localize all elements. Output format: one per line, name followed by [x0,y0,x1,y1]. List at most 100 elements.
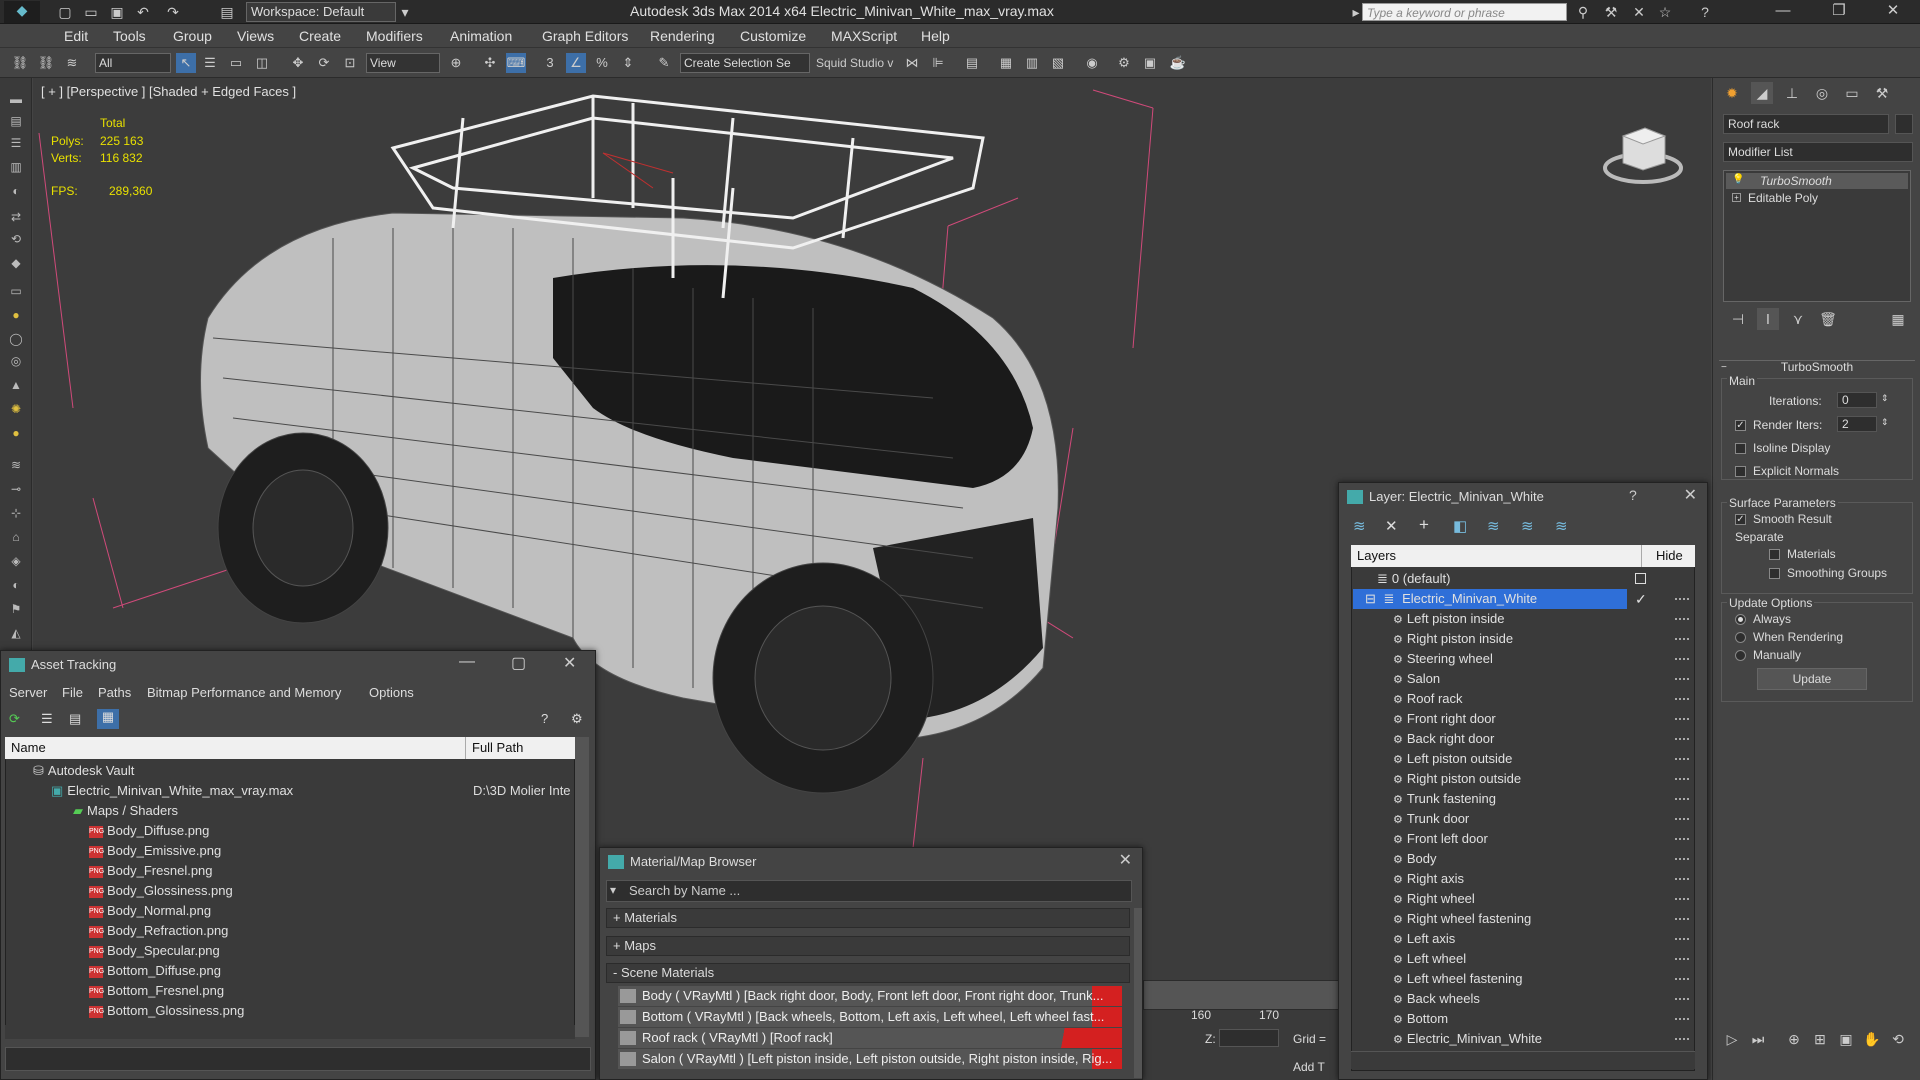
tool-icon-21[interactable]: ◐ [7,576,25,594]
zoom-icon[interactable]: ⊕ [1783,1028,1805,1050]
render-production-icon[interactable]: ☕ [1168,53,1188,73]
mirror-icon[interactable]: ⋈ [902,53,922,73]
redo-icon[interactable]: ↷ [164,3,182,21]
layer-object-row[interactable]: ⚙ Right axis [1353,869,1693,889]
save-file-icon[interactable]: ▣ [108,3,126,21]
modify-tab-icon[interactable]: ◢ [1751,82,1773,104]
zoom-extents-icon[interactable]: ▣ [1835,1028,1857,1050]
menu-modifiers[interactable]: Modifiers [366,28,423,44]
menu-help[interactable]: Help [921,28,950,44]
menu-customize[interactable]: Customize [740,28,806,44]
tool-icon-20[interactable]: ◈ [7,552,25,570]
search-dropdown-icon[interactable]: ▾ [610,883,616,897]
list-view-icon[interactable]: ☰ [41,711,53,727]
modifier-stack[interactable]: TurboSmooth 💡 Editable Poly + [1723,170,1911,302]
update-button[interactable]: Update [1757,668,1867,690]
turbosmooth-rollout-title[interactable]: TurboSmooth [1713,360,1920,374]
stack-item-turbosmooth[interactable]: TurboSmooth [1726,173,1908,189]
hide-toggle-icon[interactable] [1675,878,1689,880]
add-to-layer-icon[interactable]: + [1419,515,1429,535]
render-setup-icon[interactable]: ⚙ [1114,53,1134,73]
tool-icon-2[interactable]: ▤ [7,112,25,130]
hide-toggle-icon[interactable] [1675,798,1689,800]
undo-icon[interactable]: ↶ [134,3,152,21]
hide-toggle-icon[interactable] [1675,938,1689,940]
rotate-icon[interactable]: ⟳ [314,53,334,73]
settings-icon[interactable]: ⚙ [571,711,583,727]
z-coordinate-field[interactable] [1219,1029,1279,1047]
menu-edit[interactable]: Edit [64,28,88,44]
help-question-icon[interactable]: ? [541,711,548,726]
hide-toggle-icon[interactable] [1675,718,1689,720]
layer-object-row[interactable]: ⚙ Back wheels [1353,989,1693,1009]
close-icon[interactable]: ✕ [1870,0,1916,24]
collapse-minus-icon[interactable]: ⊟ [1365,591,1376,606]
hide-toggle-icon[interactable] [1675,658,1689,660]
hide-toggle-icon[interactable] [1675,958,1689,960]
layer-object-row[interactable]: ⚙ Left piston inside [1353,609,1693,629]
tree-row-map[interactable]: PNG Bottom_Glossiness.png [7,1001,567,1021]
tool-icon-8[interactable]: ◆ [7,254,25,272]
material-browser-close-icon[interactable]: ✕ [1119,850,1132,870]
menu-group[interactable]: Group [173,28,212,44]
tree-row-map[interactable]: PNG Bottom_Fresnel.png [7,981,567,1001]
select-in-layer-icon[interactable]: ◧ [1453,517,1467,535]
column-header-layers[interactable]: Layers [1351,545,1641,567]
subscription-icon[interactable]: ⚒ [1602,3,1620,21]
hide-toggle-icon[interactable] [1675,818,1689,820]
tree-row-map[interactable]: PNG Body_Emissive.png [7,841,567,861]
hide-toggle-icon[interactable] [1675,778,1689,780]
expand-plus-icon[interactable]: + [1732,193,1741,202]
layer-object-row[interactable]: ⚙ Right wheel fastening [1353,909,1693,929]
render-iters-checkbox[interactable]: ✓ [1735,420,1746,431]
layer-object-row[interactable]: ⚙ Steering wheel [1353,649,1693,669]
hide-toggle-icon[interactable] [1675,998,1689,1000]
layer-object-row[interactable]: ⚙ Right piston outside [1353,769,1693,789]
remove-modifier-icon[interactable]: 🗑 [1817,308,1839,330]
layer-object-row[interactable]: ⚙ Left wheel [1353,949,1693,969]
layer-window-title[interactable]: Layer: Electric_Minivan_White [1339,483,1707,511]
scene-material-salon[interactable]: Salon ( VRayMtl ) [Left piston inside, L… [618,1049,1122,1069]
show-end-result-icon[interactable]: Ⅰ [1757,308,1779,330]
hide-toggle-icon[interactable] [1675,678,1689,680]
bind-space-warp-icon[interactable]: ≋ [62,53,82,73]
snap-toggle-icon[interactable]: 3 [540,53,560,73]
layer-object-row[interactable]: ⚙ Roof rack [1353,689,1693,709]
asset-close-icon[interactable]: ✕ [563,653,576,673]
display-tab-icon[interactable]: ▭ [1841,82,1863,104]
hide-toggle-icon[interactable] [1675,738,1689,740]
current-layer-box-icon[interactable] [1635,573,1646,584]
rollout-materials[interactable]: + Materials [606,908,1130,928]
asset-status-field[interactable] [5,1047,591,1071]
select-by-name-icon[interactable]: ☰ [200,53,220,73]
rollout-maps[interactable]: + Maps [606,936,1130,956]
layer-object-row[interactable]: ⚙ Electric_Minivan_White [1353,1029,1693,1049]
asset-horizontal-scrollbar[interactable] [5,1025,575,1039]
layer-object-row[interactable]: ⚙ Right wheel [1353,889,1693,909]
layer-object-row[interactable]: ⚙ Left axis [1353,929,1693,949]
isoline-display-checkbox[interactable] [1735,443,1746,454]
iterations-spinner[interactable]: 0 [1837,392,1877,408]
layer-object-row[interactable]: ⚙ Salon [1353,669,1693,689]
hide-toggle-icon[interactable] [1675,978,1689,980]
selection-filter-dropdown[interactable]: All [95,53,171,73]
layer-object-row[interactable]: ⚙ Front left door [1353,829,1693,849]
material-browser-title[interactable]: Material/Map Browser [600,848,1142,876]
menu-maxscript[interactable]: MAXScript [831,28,897,44]
project-folder-icon[interactable]: ▤ [218,3,236,21]
layer-row-electric-minivan[interactable]: ⊟ ≣ Electric_Minivan_White ✓ [1353,589,1693,609]
tool-icon-7[interactable]: ⟲ [7,230,25,248]
tree-row-map[interactable]: PNG Body_Glossiness.png [7,881,567,901]
object-name-field[interactable]: Roof rack [1723,114,1889,134]
squid-studio-button[interactable]: Squid Studio v [816,53,896,73]
asset-menu-options[interactable]: Options [369,685,414,700]
tool-icon-1[interactable]: ▬ [7,90,25,108]
material-editor-icon[interactable]: ◉ [1082,53,1102,73]
workspace-arrow-icon[interactable]: ▾ [396,3,414,21]
time-ruler[interactable] [1143,980,1339,1010]
orbit-icon[interactable]: ⟲ [1887,1028,1909,1050]
hide-toggle-icon[interactable] [1675,898,1689,900]
layer-object-row[interactable]: ⚙ Left wheel fastening [1353,969,1693,989]
hide-toggle-icon[interactable] [1675,758,1689,760]
tree-row-map[interactable]: PNG Body_Specular.png [7,941,567,961]
